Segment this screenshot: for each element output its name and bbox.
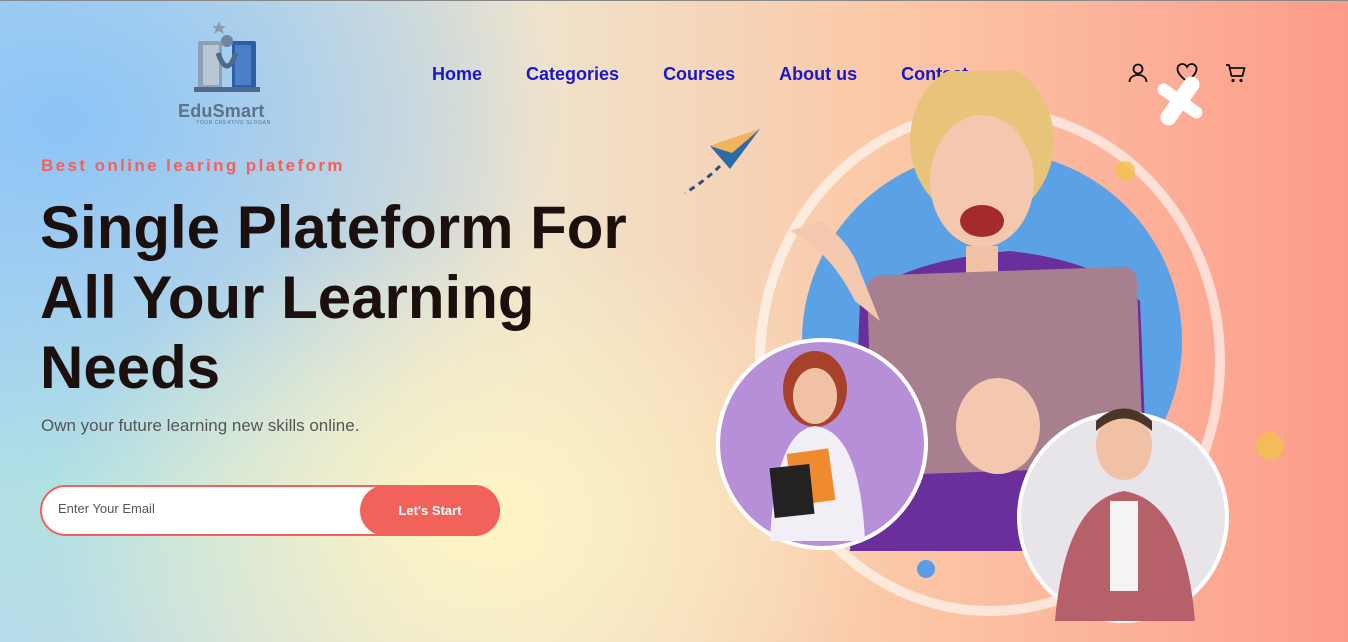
- hero-title-line3: Needs: [40, 334, 221, 401]
- student-girl-image: [716, 338, 928, 550]
- lets-start-button[interactable]: Let's Start: [360, 485, 500, 536]
- brand-name: EduSmart: [178, 101, 265, 121]
- hero-illustration: [684, 71, 1284, 623]
- email-input[interactable]: [58, 501, 358, 516]
- hero-kicker: Best online learing plateform: [41, 156, 345, 175]
- airplane-icon: [1157, 76, 1203, 126]
- hero-subtitle: Own your future learning new skills onli…: [41, 416, 360, 435]
- nav-categories[interactable]: Categories: [526, 64, 619, 85]
- email-signup-form: Let's Start: [40, 485, 500, 536]
- nav-home[interactable]: Home: [432, 64, 482, 85]
- paper-plane-icon: [684, 129, 760, 195]
- brand-logo[interactable]: EduSmart YOUR CREATIVE SLOGAN: [176, 19, 276, 127]
- student-man-image: [1017, 408, 1229, 623]
- hero-title-line1: Single Plateform For: [40, 194, 627, 261]
- brand-slogan: YOUR CREATIVE SLOGAN: [196, 120, 271, 126]
- hero-title-line2: All Your Learning: [40, 264, 535, 331]
- book-logo-icon: [194, 21, 260, 92]
- hero-title: Single Plateform For All Your Learning N…: [40, 193, 700, 403]
